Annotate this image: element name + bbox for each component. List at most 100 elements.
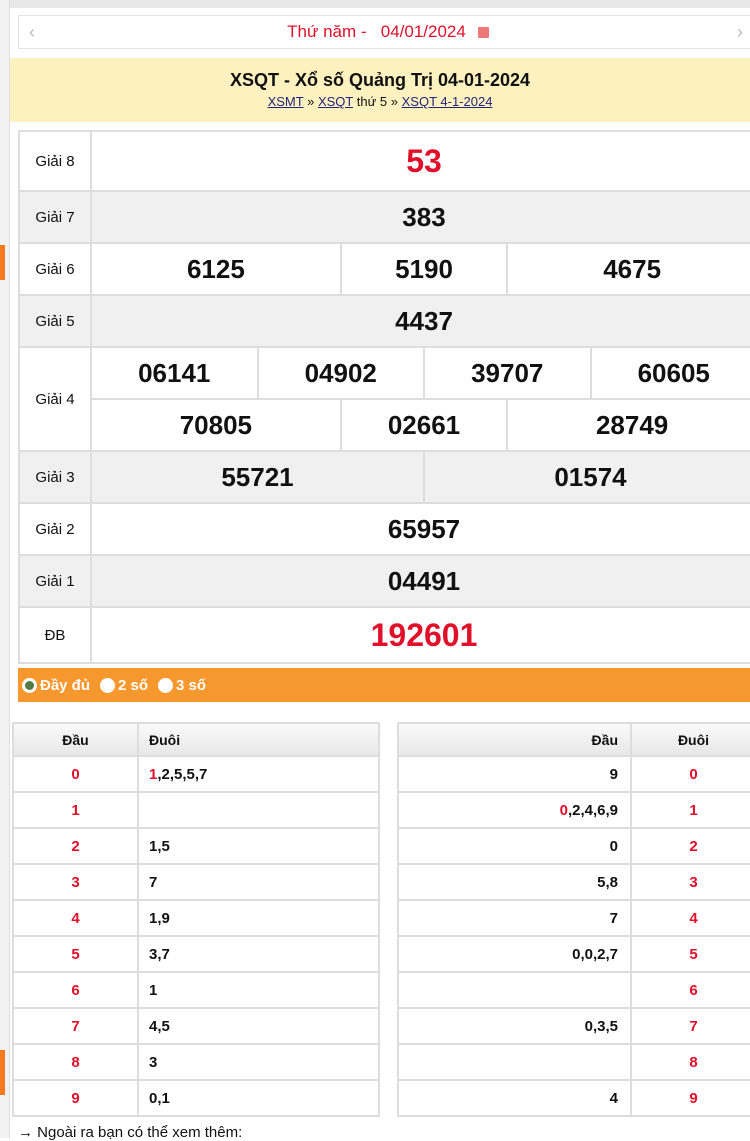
table-row: 53,7 [13,936,379,972]
table-row: 90,1 [13,1080,379,1116]
col-header: Đầu [13,723,138,756]
prize-label: ĐB [19,607,91,663]
table-row: 1 [13,792,379,828]
special-prize-number: 192601 [91,607,750,663]
head-digit: 7 [13,1008,138,1044]
sidebar-marker [0,1050,5,1095]
head-digit: 1 [13,792,138,828]
tail-digits: 1,2,5,5,7 [138,756,379,792]
digits: 0,1 [149,1090,170,1107]
prize-number: 60605 [591,347,750,399]
option-2-digits[interactable]: 2 số [100,677,148,694]
sidebar-marker [0,245,5,280]
table-row: 41,9 [13,900,379,936]
table-row: 8 [398,1044,750,1080]
head-digit: 8 [13,1044,138,1080]
prize-number: 4437 [91,295,750,347]
table-row: 01,2,5,5,7 [13,756,379,792]
head-table: ĐầuĐuôi 01,2,5,5,7121,53741,953,76174,58… [12,722,380,1117]
prize-number: 04491 [91,555,750,607]
head-digits: 5,8 [398,864,631,900]
digits: 0,3,5 [585,1018,618,1035]
tail-digits: 1 [138,972,379,1008]
col-header: Đuôi [631,723,750,756]
row-g7: Giải 7383 [19,191,750,243]
display-options-bar: Đầy đủ 2 số 3 số [18,668,750,702]
row-g1: Giải 104491 [19,555,750,607]
digits: 7 [610,910,618,927]
table-row: 21,5 [13,828,379,864]
prize-label: Giải 5 [19,295,91,347]
breadcrumb-sep: » [391,94,398,109]
table-row: 02 [398,828,750,864]
tail-table: ĐầuĐuôi 900,2,4,6,91025,83740,0,2,7560,3… [397,722,750,1117]
tail-digits: 4,5 [138,1008,379,1044]
col-header: Đuôi [138,723,379,756]
row-g5: Giải 54437 [19,295,750,347]
table-row: 0,0,2,75 [398,936,750,972]
row-g4: Giải 406141049023970760605 [19,347,750,399]
table-row: 90 [398,756,750,792]
head-digits: 4 [398,1080,631,1116]
digits: ,2,4,6,9 [568,802,618,819]
tail-digit: 0 [631,756,750,792]
table-row: 0,3,57 [398,1008,750,1044]
left-sidebar-edge [0,0,10,1138]
date-selector[interactable]: ‹ Thứ năm - 04/01/2024 › [18,15,750,49]
tail-digit: 3 [631,864,750,900]
option-full[interactable]: Đầy đủ [22,677,90,694]
breadcrumb-xsmt[interactable]: XSMT [268,94,304,109]
breadcrumb: XSMT » XSQT thứ 5 » XSQT 4-1-2024 [10,94,750,109]
head-digits [398,1044,631,1080]
results-table: Giải 853 Giải 7383 Giải 6612551904675 Gi… [18,130,750,664]
next-day-button[interactable]: › [737,22,743,43]
option-label: 2 số [118,677,148,694]
prize-label: Giải 4 [19,347,91,451]
prize-number: 39707 [424,347,591,399]
prize-number: 06141 [91,347,258,399]
head-digit: 5 [13,936,138,972]
calendar-icon[interactable] [478,27,489,38]
prize-number: 28749 [507,399,750,451]
breadcrumb-sep: » [307,94,314,109]
top-strip [0,0,750,8]
breadcrumb-xsqt[interactable]: XSQT [318,94,353,109]
prize-label: Giải 1 [19,555,91,607]
digits: 5,8 [597,874,618,891]
prize-label: Giải 3 [19,451,91,503]
table-row: 0,2,4,6,91 [398,792,750,828]
prize-label: Giải 6 [19,243,91,295]
radio-icon[interactable] [100,678,115,693]
tail-digits: 7 [138,864,379,900]
row-g6: Giải 6612551904675 [19,243,750,295]
radio-icon[interactable] [158,678,173,693]
prize-number: 383 [91,191,750,243]
radio-icon[interactable] [22,678,37,693]
table-row: 6 [398,972,750,1008]
tail-digit: 5 [631,936,750,972]
tail-digit: 2 [631,828,750,864]
head-digit: 4 [13,900,138,936]
table-row: 37 [13,864,379,900]
table-row: 83 [13,1044,379,1080]
tail-digits: 3,7 [138,936,379,972]
tail-digit: 6 [631,972,750,1008]
result-header: XSQT - Xổ số Quảng Trị 04-01-2024 XSMT »… [10,58,750,122]
digits: 4 [610,1090,618,1107]
date-value[interactable]: 04/01/2024 [381,22,466,42]
option-3-digits[interactable]: 3 số [158,677,206,694]
prize-number: 70805 [91,399,341,451]
row-db: ĐB192601 [19,607,750,663]
digits: 3,7 [149,946,170,963]
highlight-digit: 0 [560,802,568,819]
tail-digit: 4 [631,900,750,936]
digits: 1 [149,982,157,999]
tail-digits: 1,9 [138,900,379,936]
option-label: Đầy đủ [40,677,90,694]
head-digit: 0 [13,756,138,792]
table-row: 61 [13,972,379,1008]
prev-day-button[interactable]: ‹ [29,22,35,43]
breadcrumb-date[interactable]: XSQT 4-1-2024 [402,94,493,109]
prize-number: 65957 [91,503,750,555]
head-digits [398,972,631,1008]
